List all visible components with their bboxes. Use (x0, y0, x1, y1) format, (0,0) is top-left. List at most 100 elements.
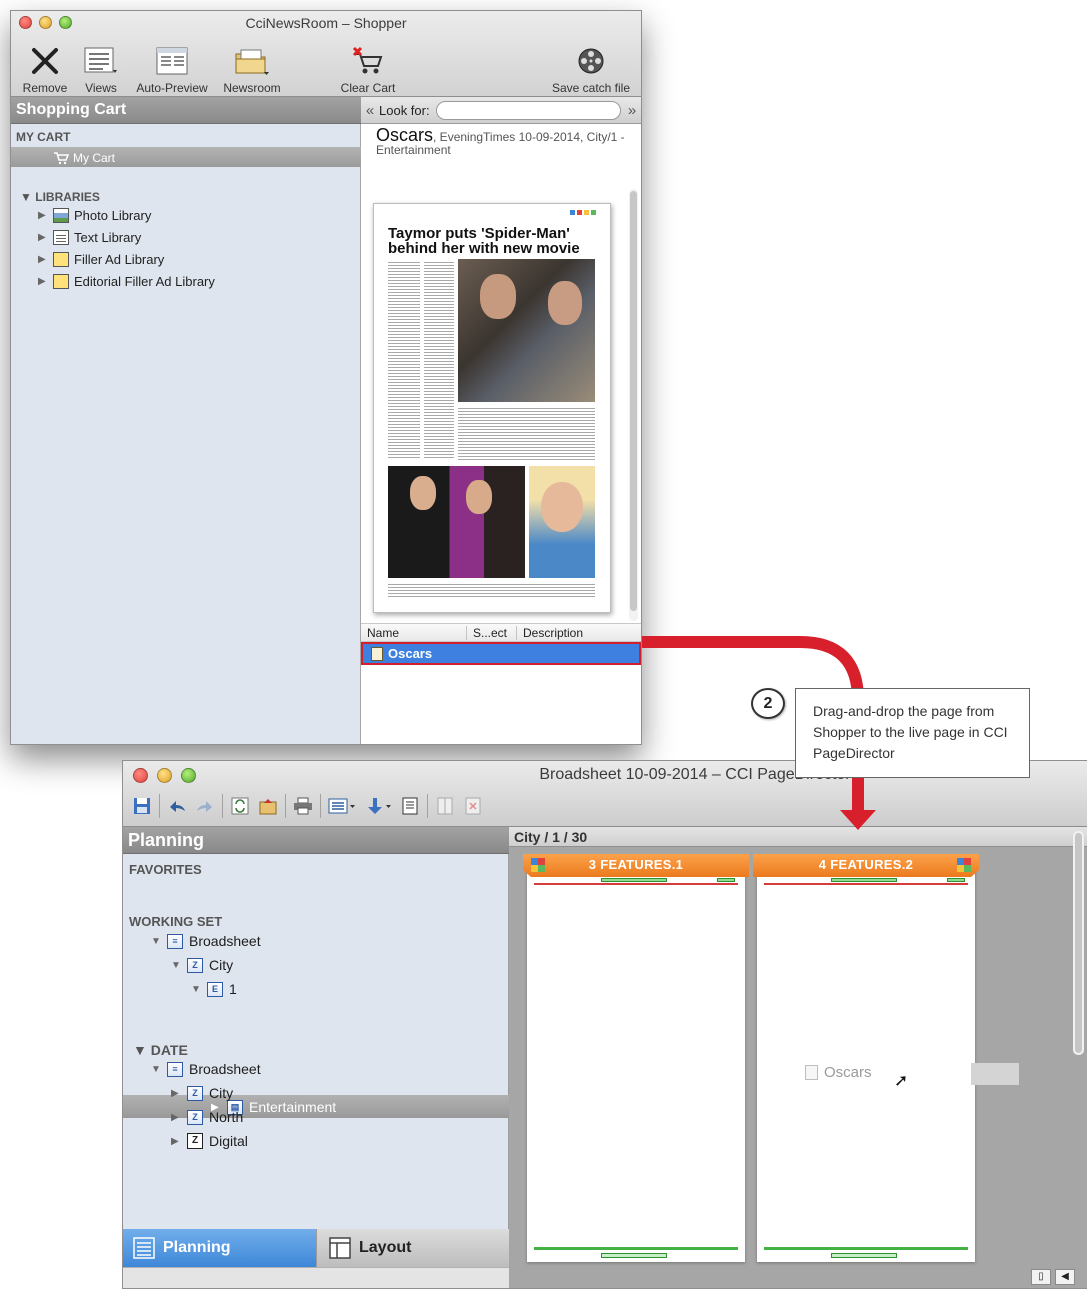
list-header: Name S...ect Description (361, 623, 641, 642)
editorial-filler-ad-library-icon (53, 274, 69, 289)
auto-preview-button[interactable]: Auto-Preview (131, 43, 213, 95)
sidebar-item-filler-ad-library[interactable]: ▶ Filler Ad Library (38, 252, 164, 267)
remove-label: Remove (22, 81, 68, 95)
disclosure-closed-icon: ▶ (38, 232, 46, 243)
disclosure-open-icon: ▼ (133, 1042, 147, 1058)
toolbar-separator (285, 794, 286, 818)
tree-item-label: City (209, 1085, 234, 1101)
edition-icon: Z (187, 1109, 203, 1125)
collapse-left-icon[interactable]: « (361, 102, 379, 119)
save-icon[interactable] (131, 795, 153, 817)
page-slot-marker (831, 1253, 897, 1258)
list-view-dropdown-icon[interactable] (327, 795, 357, 817)
tree-item-label: North (209, 1109, 244, 1125)
toolbar-separator (222, 794, 223, 818)
shopper-titlebar: CciNewsRoom – Shopper Remove Views Auto-… (11, 11, 641, 97)
page-rule (534, 1247, 738, 1250)
libraries-label: LIBRARIES (35, 190, 100, 204)
publication-icon: ≡ (167, 1061, 183, 1077)
sidebar-item-my-cart[interactable]: My Cart (11, 147, 361, 167)
edition-icon: Z (187, 957, 203, 973)
clear-cart-icon (352, 46, 383, 74)
text-column (424, 260, 454, 460)
export-icon[interactable] (257, 795, 279, 817)
newsroom-button[interactable]: Newsroom (221, 43, 283, 95)
save-catch-file-button[interactable]: Save catch file (546, 43, 636, 95)
tree-item-broadsheet[interactable]: ▼ ≡ Broadsheet (151, 933, 261, 949)
preview-photo (529, 466, 595, 578)
disclosure-open-icon: ▼ (191, 983, 201, 995)
page-number-icon: E (207, 981, 223, 997)
views-label: Views (85, 81, 117, 95)
views-button[interactable]: Views (81, 43, 121, 95)
toolbar-separator (320, 794, 321, 818)
planning-icon (133, 1237, 155, 1259)
tree-item-label: Broadsheet (189, 1061, 261, 1077)
tab-planning[interactable]: Planning (123, 1229, 316, 1267)
list-item[interactable]: Oscars (361, 642, 641, 665)
page-features-1[interactable]: 3 FEATURES.1 (523, 854, 749, 1262)
tree-item-date-broadsheet[interactable]: ▼ ≡ Broadsheet (151, 1061, 261, 1077)
page-preview[interactable]: Taymor puts 'Spider-Man' behind her with… (373, 203, 611, 613)
tab-layout[interactable]: Layout (316, 1229, 509, 1267)
fit-view-icon[interactable]: ▯ (1031, 1269, 1051, 1285)
page-features-2[interactable]: 4 FEATURES.2 (757, 857, 975, 1262)
import-dropdown-icon[interactable] (363, 795, 393, 817)
views-icon (84, 47, 117, 73)
tree-item-page-1[interactable]: ▼ E 1 (191, 981, 237, 997)
instruction-callout: Drag-and-drop the page from Shopper to t… (795, 688, 1030, 778)
page-board: City / 1 / 30 3 FEATURES.1 4 FEATURES.2 … (509, 827, 1087, 1288)
undo-icon[interactable] (166, 795, 188, 817)
date-section-header[interactable]: ▼ DATE (133, 1042, 188, 1058)
page-status-icon (957, 858, 971, 872)
tree-item-city[interactable]: ▼ Z City (171, 957, 233, 973)
page-rule (764, 1247, 968, 1250)
status-bar (123, 1267, 520, 1288)
drag-cursor-icon: ➚ (894, 1071, 909, 1090)
column-name[interactable]: Name (361, 625, 467, 640)
list-item-name: Oscars (388, 646, 433, 661)
text-library-icon (53, 230, 69, 245)
collapse-panel-icon[interactable]: ◀ (1055, 1269, 1075, 1285)
toolbar-separator (159, 794, 160, 818)
split-icon[interactable] (434, 795, 456, 817)
board-scrollbar[interactable] (1073, 831, 1084, 1055)
tree-item-date-digital[interactable]: ▶ Z Digital (171, 1133, 248, 1149)
disclosure-open-icon: ▼ (151, 1063, 161, 1075)
date-label: DATE (150, 1042, 188, 1058)
sidebar-item-text-library[interactable]: ▶ Text Library (38, 230, 141, 245)
print-icon[interactable] (292, 795, 314, 817)
libraries-section-header[interactable]: ▼ LIBRARIES (20, 190, 100, 204)
page-slot-marker (831, 878, 897, 882)
tree-item-date-north[interactable]: ▶ Z North (171, 1109, 243, 1125)
sidebar-item-editorial-filler-ad-library[interactable]: ▶ Editorial Filler Ad Library (38, 274, 215, 289)
redo-icon[interactable] (194, 795, 216, 817)
disclosure-closed-icon: ▶ (171, 1087, 179, 1099)
page-rule (764, 883, 968, 885)
remove-icon (32, 48, 58, 74)
refresh-icon[interactable] (229, 795, 251, 817)
page-header: 4 FEATURES.2 (753, 854, 979, 877)
shopper-window: CciNewsRoom – Shopper Remove Views Auto-… (10, 10, 642, 745)
sidebar-tabs: Planning Layout (123, 1229, 509, 1267)
preview-photo (388, 466, 525, 578)
expand-right-icon[interactable]: » (623, 102, 641, 119)
search-input[interactable] (435, 100, 621, 120)
remove-button[interactable]: Remove (21, 43, 69, 95)
tree-item-label: Digital (209, 1133, 248, 1149)
column-subject[interactable]: S...ect (467, 625, 517, 640)
page-layout-icon[interactable] (399, 795, 421, 817)
delete-page-icon[interactable] (462, 795, 484, 817)
breadcrumb: City / 1 / 30 (509, 827, 1087, 847)
preview-scrollbar[interactable] (629, 189, 638, 621)
disclosure-closed-icon: ▶ (171, 1111, 179, 1123)
drag-shadow (971, 1063, 1019, 1085)
sidebar-item-photo-library[interactable]: ▶ Photo Library (38, 208, 151, 223)
planning-sidebar: FAVORITES WORKING SET ▼ ≡ Broadsheet ▼ Z Cit… (123, 854, 509, 1229)
filler-ad-library-icon (53, 252, 69, 267)
dragged-item-label: Oscars (824, 1064, 872, 1081)
disclosure-closed-icon: ▶ (171, 1135, 179, 1147)
clear-cart-button[interactable]: Clear Cart (336, 43, 400, 95)
column-description[interactable]: Description (517, 626, 589, 640)
tree-item-date-city[interactable]: ▶ Z City (171, 1085, 233, 1101)
